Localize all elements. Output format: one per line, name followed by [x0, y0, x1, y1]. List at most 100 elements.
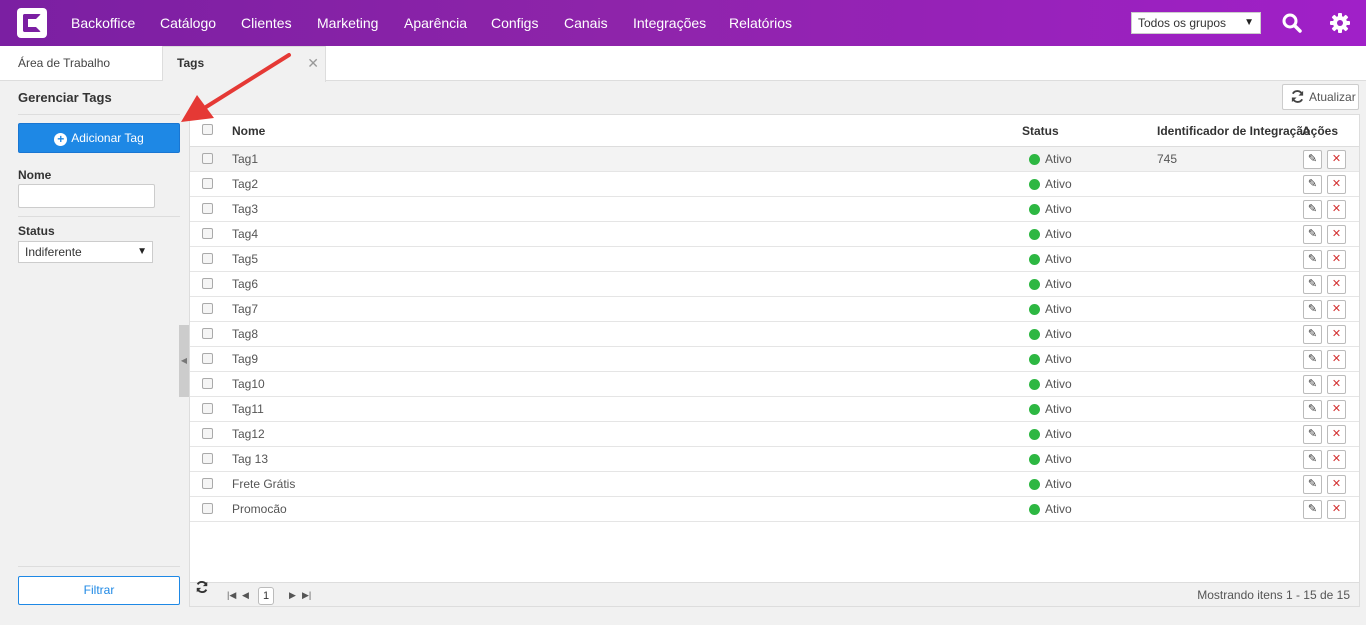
delete-icon[interactable]: ✕	[1327, 200, 1346, 219]
table-row[interactable]: Tag4 Ativo ✎ ✕	[190, 222, 1359, 247]
row-checkbox[interactable]	[202, 503, 213, 514]
logo-icon[interactable]	[17, 8, 47, 38]
tag-status: Ativo	[1045, 477, 1072, 491]
table-row[interactable]: Tag12 Ativo ✎ ✕	[190, 422, 1359, 447]
pencil-icon[interactable]: ✎	[1303, 150, 1322, 169]
pencil-icon[interactable]: ✎	[1303, 450, 1322, 469]
nav-relatorios[interactable]: Relatórios	[729, 0, 792, 46]
table-row[interactable]: Frete Grátis Ativo ✎ ✕	[190, 472, 1359, 497]
refresh-icon[interactable]	[195, 580, 209, 594]
first-page-icon[interactable]: |◀	[227, 583, 236, 607]
pencil-icon[interactable]: ✎	[1303, 500, 1322, 519]
tag-name: Tag6	[232, 277, 259, 291]
pencil-icon[interactable]: ✎	[1303, 325, 1322, 344]
row-checkbox[interactable]	[202, 378, 213, 389]
row-checkbox[interactable]	[202, 203, 213, 214]
table-row[interactable]: Tag9 Ativo ✎ ✕	[190, 347, 1359, 372]
delete-icon[interactable]: ✕	[1327, 250, 1346, 269]
row-checkbox[interactable]	[202, 403, 213, 414]
prev-page-icon[interactable]: ◀	[242, 583, 249, 607]
delete-icon[interactable]: ✕	[1327, 225, 1346, 244]
table-row[interactable]: Tag7 Ativo ✎ ✕	[190, 297, 1359, 322]
table-row[interactable]: Tag2 Ativo ✎ ✕	[190, 172, 1359, 197]
pencil-icon[interactable]: ✎	[1303, 275, 1322, 294]
chevron-down-icon: ▼	[137, 246, 147, 257]
close-icon[interactable]: ✕	[307, 47, 319, 80]
nav-catalogo[interactable]: Catálogo	[160, 0, 216, 46]
column-identificador[interactable]: Identificador de Integração	[1157, 115, 1310, 147]
filter-button[interactable]: Filtrar	[18, 576, 180, 605]
pencil-icon[interactable]: ✎	[1303, 400, 1322, 419]
search-icon[interactable]	[1281, 12, 1303, 34]
table-row[interactable]: Tag10 Ativo ✎ ✕	[190, 372, 1359, 397]
tag-name: Frete Grátis	[232, 477, 296, 491]
table-row[interactable]: Tag6 Ativo ✎ ✕	[190, 272, 1359, 297]
row-checkbox[interactable]	[202, 178, 213, 189]
delete-icon[interactable]: ✕	[1327, 375, 1346, 394]
delete-icon[interactable]: ✕	[1327, 425, 1346, 444]
row-checkbox[interactable]	[202, 428, 213, 439]
row-checkbox[interactable]	[202, 453, 213, 464]
name-input[interactable]	[18, 184, 155, 208]
pencil-icon[interactable]: ✎	[1303, 300, 1322, 319]
pencil-icon[interactable]: ✎	[1303, 475, 1322, 494]
nav-integracoes[interactable]: Integrações	[633, 0, 706, 46]
nav-backoffice[interactable]: Backoffice	[71, 0, 135, 46]
nav-aparencia[interactable]: Aparência	[404, 0, 467, 46]
status-select[interactable]: Indiferente ▼	[18, 241, 153, 263]
row-checkbox[interactable]	[202, 353, 213, 364]
refresh-button[interactable]: Atualizar	[1282, 84, 1359, 110]
column-nome[interactable]: Nome	[232, 115, 265, 147]
pencil-icon[interactable]: ✎	[1303, 225, 1322, 244]
row-checkbox[interactable]	[202, 303, 213, 314]
row-checkbox[interactable]	[202, 253, 213, 264]
column-status[interactable]: Status	[1022, 115, 1059, 147]
last-page-icon[interactable]: ▶|	[302, 583, 311, 607]
tab-area-de-trabalho[interactable]: Área de Trabalho	[0, 46, 162, 81]
nav-marketing[interactable]: Marketing	[317, 0, 378, 46]
delete-icon[interactable]: ✕	[1327, 325, 1346, 344]
table-row[interactable]: Tag1 Ativo 745 ✎ ✕	[190, 147, 1359, 172]
pencil-icon[interactable]: ✎	[1303, 200, 1322, 219]
row-checkbox[interactable]	[202, 153, 213, 164]
row-checkbox[interactable]	[202, 328, 213, 339]
nav-configs[interactable]: Configs	[491, 0, 538, 46]
status-dot-icon	[1029, 229, 1040, 240]
delete-icon[interactable]: ✕	[1327, 400, 1346, 419]
delete-icon[interactable]: ✕	[1327, 175, 1346, 194]
add-tag-button[interactable]: + Adicionar Tag	[18, 123, 180, 153]
pencil-icon[interactable]: ✎	[1303, 175, 1322, 194]
nav-canais[interactable]: Canais	[564, 0, 608, 46]
table-row[interactable]: Tag11 Ativo ✎ ✕	[190, 397, 1359, 422]
delete-icon[interactable]: ✕	[1327, 450, 1346, 469]
row-checkbox[interactable]	[202, 278, 213, 289]
delete-icon[interactable]: ✕	[1327, 475, 1346, 494]
page-number[interactable]: 1	[258, 587, 274, 605]
nav-clientes[interactable]: Clientes	[241, 0, 292, 46]
row-checkbox[interactable]	[202, 228, 213, 239]
pencil-icon[interactable]: ✎	[1303, 375, 1322, 394]
pencil-icon[interactable]: ✎	[1303, 250, 1322, 269]
group-select-value: Todos os grupos	[1138, 16, 1227, 30]
tag-name: Tag9	[232, 352, 259, 366]
table-row[interactable]: Promocão Ativo ✎ ✕	[190, 497, 1359, 522]
table-row[interactable]: Tag3 Ativo ✎ ✕	[190, 197, 1359, 222]
delete-icon[interactable]: ✕	[1327, 150, 1346, 169]
pencil-icon[interactable]: ✎	[1303, 425, 1322, 444]
collapse-panel-handle[interactable]: ◀	[179, 325, 189, 397]
status-dot-icon	[1029, 154, 1040, 165]
group-select[interactable]: Todos os grupos ▼	[1131, 12, 1261, 34]
gear-icon[interactable]	[1329, 12, 1351, 34]
table-row[interactable]: Tag 13 Ativo ✎ ✕	[190, 447, 1359, 472]
delete-icon[interactable]: ✕	[1327, 500, 1346, 519]
delete-icon[interactable]: ✕	[1327, 300, 1346, 319]
delete-icon[interactable]: ✕	[1327, 350, 1346, 369]
row-checkbox[interactable]	[202, 478, 213, 489]
select-all-checkbox[interactable]	[202, 124, 213, 135]
pencil-icon[interactable]: ✎	[1303, 350, 1322, 369]
next-page-icon[interactable]: ▶	[289, 583, 296, 607]
table-row[interactable]: Tag8 Ativo ✎ ✕	[190, 322, 1359, 347]
delete-icon[interactable]: ✕	[1327, 275, 1346, 294]
table-row[interactable]: Tag5 Ativo ✎ ✕	[190, 247, 1359, 272]
tab-tags[interactable]: Tags ✕	[162, 46, 326, 82]
